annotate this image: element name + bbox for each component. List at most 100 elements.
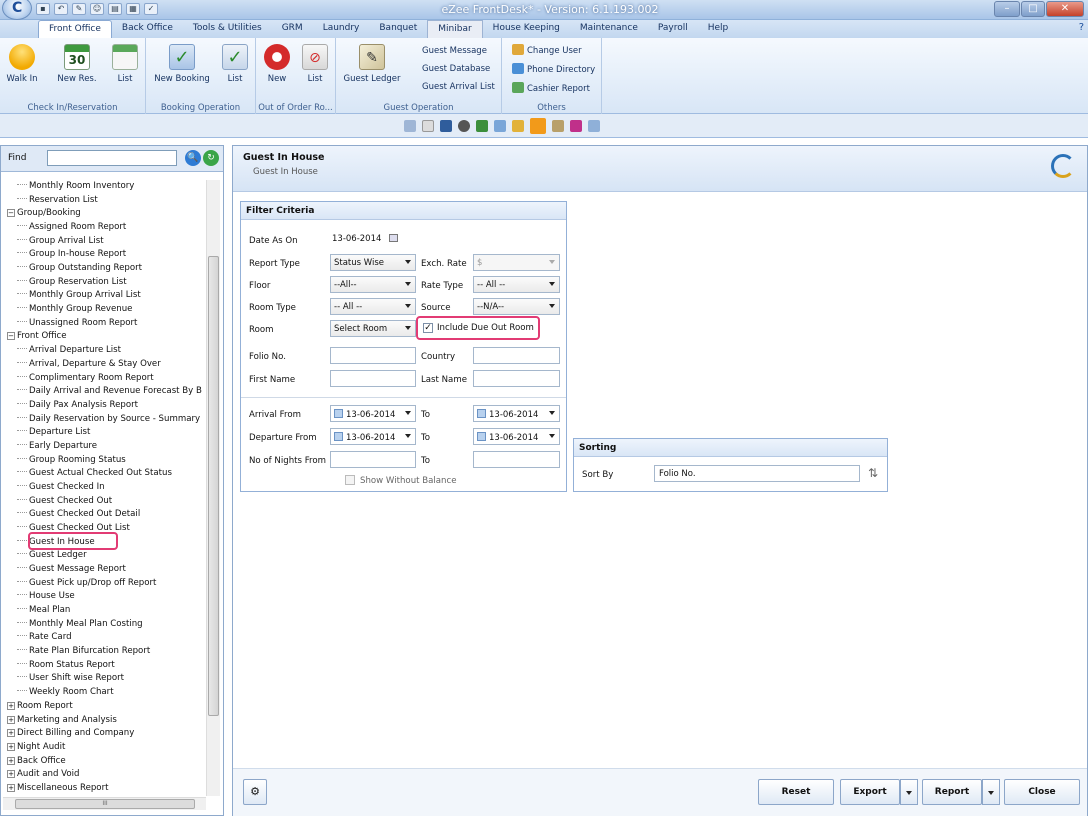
tree-report-item[interactable]: Monthly Group Arrival List (17, 289, 141, 303)
tree-category[interactable]: − Front Office (7, 330, 67, 344)
check-tag-icon[interactable] (476, 120, 488, 132)
tree-report-item[interactable]: Daily Arrival and Revenue Forecast By B (17, 385, 202, 399)
tree-report-item[interactable]: Complimentary Room Report (17, 372, 154, 386)
nights-from-input[interactable] (330, 451, 416, 468)
tree-category[interactable]: + Night Audit (7, 741, 65, 755)
tab-grm[interactable]: GRM (272, 20, 313, 38)
pencil-icon[interactable] (494, 120, 506, 132)
room-type-select[interactable]: -- All -- (330, 298, 416, 315)
tree-category[interactable]: − Group/Booking (7, 207, 81, 221)
close-button[interactable]: Close (1004, 779, 1080, 805)
tree-report-item[interactable]: Rate Card (17, 631, 72, 645)
minimize-button[interactable]: – (994, 1, 1020, 17)
out-of-order-new-button[interactable]: New (260, 44, 294, 84)
first-name-input[interactable] (330, 370, 416, 387)
monitor-icon[interactable] (404, 120, 416, 132)
tree-report-item[interactable]: Reservation List (17, 194, 98, 208)
qat-save-icon[interactable]: ▪ (36, 3, 50, 15)
collapse-icon[interactable]: − (7, 332, 15, 341)
tab-maintenance[interactable]: Maintenance (570, 20, 648, 38)
source-select[interactable]: --N/A-- (473, 298, 560, 315)
export-button[interactable]: Export (840, 779, 900, 805)
tree-report-item[interactable]: Group In-house Report (17, 248, 126, 262)
expand-icon[interactable]: + (7, 770, 15, 779)
help-question-icon[interactable]: ? (1079, 22, 1084, 33)
room-select[interactable]: Select Room (330, 320, 416, 337)
tab-banquet[interactable]: Banquet (369, 20, 427, 38)
tree-report-item[interactable]: Room Status Report (17, 659, 115, 673)
tree-report-item[interactable]: Group Rooming Status (17, 454, 126, 468)
arrival-to-date[interactable]: 13-06-2014 (473, 405, 560, 422)
show-without-balance-checkbox[interactable] (345, 475, 355, 485)
tree-report-item[interactable]: Early Departure (17, 440, 97, 454)
exch-rate-select[interactable]: $ (473, 254, 560, 271)
tab-house-keeping[interactable]: House Keeping (483, 20, 570, 38)
phone-directory-button[interactable]: Phone Directory (512, 63, 595, 75)
expand-icon[interactable]: + (7, 715, 15, 724)
tree-category[interactable]: + Back Office (7, 755, 66, 769)
tree-scroll-thumb[interactable] (208, 256, 219, 716)
tree-category[interactable]: + Audit and Void (7, 768, 79, 782)
change-user-button[interactable]: Change User (512, 44, 582, 56)
tree-category[interactable]: + Room Report (7, 700, 73, 714)
new-reservation-button[interactable]: 30 New Res. (52, 44, 102, 84)
tree-report-item[interactable]: Unassigned Room Report (17, 317, 137, 331)
tree-report-item[interactable]: Assigned Room Report (17, 221, 126, 235)
cashier-report-button[interactable]: Cashier Report (512, 82, 590, 94)
qat-undo-icon[interactable]: ↶ (54, 3, 68, 15)
window-icon[interactable] (422, 120, 434, 132)
tree-category[interactable]: + Direct Billing and Company (7, 727, 134, 741)
close-window-button[interactable]: ✕ (1046, 1, 1084, 17)
country-input[interactable] (473, 347, 560, 364)
last-name-input[interactable] (473, 370, 560, 387)
guest-ledger-button[interactable]: ✎ Guest Ledger (342, 44, 402, 84)
expand-icon[interactable]: + (7, 701, 15, 710)
collapse-icon[interactable]: − (7, 209, 15, 218)
walk-in-button[interactable]: Walk In (2, 44, 42, 84)
sort-by-input[interactable]: Folio No. (654, 465, 860, 482)
tree-report-item[interactable]: House Use (17, 590, 75, 604)
tree-category[interactable]: + Miscellaneous Report (7, 782, 108, 796)
guest-database-button[interactable]: Guest Database (422, 64, 490, 74)
tree-report-item[interactable]: Group Reservation List (17, 276, 127, 290)
qat-doc-icon[interactable]: ▤ (108, 3, 122, 15)
tab-front-office[interactable]: Front Office (38, 20, 112, 38)
tree-report-item[interactable]: Monthly Group Revenue (17, 303, 132, 317)
qat-edit-icon[interactable]: ✎ (72, 3, 86, 15)
tree-report-item[interactable]: Departure List (17, 426, 90, 440)
booking-list-button[interactable]: ✓ List (218, 44, 252, 84)
expand-icon[interactable]: + (7, 783, 15, 792)
qat-check-icon[interactable]: ✓ (144, 3, 158, 15)
folio-no-input[interactable] (330, 347, 416, 364)
tree-report-item[interactable]: Group Outstanding Report (17, 262, 142, 276)
tree-report-item[interactable]: Guest Message Report (17, 563, 126, 577)
active-tool-icon[interactable] (530, 118, 546, 134)
departure-to-date[interactable]: 13-06-2014 (473, 428, 560, 445)
find-input[interactable] (47, 150, 177, 166)
expand-icon[interactable]: + (7, 756, 15, 765)
tree-report-item[interactable]: Guest Pick up/Drop off Report (17, 577, 156, 591)
date-as-on-input[interactable]: 13-06-2014 (330, 231, 416, 248)
expand-icon[interactable]: + (7, 742, 15, 751)
grid-apps-icon[interactable] (570, 120, 582, 132)
tab-back-office[interactable]: Back Office (112, 20, 183, 38)
reservation-list-button[interactable]: List (108, 44, 142, 84)
tree-report-item[interactable]: Guest Checked In (17, 481, 105, 495)
tree-report-item[interactable]: Monthly Room Inventory (17, 180, 134, 194)
tree-category[interactable]: + Marketing and Analysis (7, 714, 117, 728)
tree-report-item[interactable]: Daily Reservation by Source - Summary (17, 413, 200, 427)
app-orb-button[interactable]: C (2, 0, 32, 20)
tab-minibar[interactable]: Minibar (427, 20, 483, 38)
calculator-icon[interactable] (440, 120, 452, 132)
tree-report-item[interactable]: Group Arrival List (17, 235, 104, 249)
tree-report-item[interactable]: Rate Plan Bifurcation Report (17, 645, 150, 659)
tab-tools-utilities[interactable]: Tools & Utilities (183, 20, 272, 38)
tree-report-item[interactable]: Guest Checked Out (17, 495, 112, 509)
departure-from-date[interactable]: 13-06-2014 (330, 428, 416, 445)
tree-report-item[interactable]: Meal Plan (17, 604, 70, 618)
camera-icon[interactable] (458, 120, 470, 132)
tree-report-item[interactable]: Arrival Departure List (17, 344, 121, 358)
tree-hscroll-thumb[interactable]: III (15, 799, 195, 809)
report-button[interactable]: Report (922, 779, 982, 805)
tree-report-item[interactable]: Guest Actual Checked Out Status (17, 467, 172, 481)
